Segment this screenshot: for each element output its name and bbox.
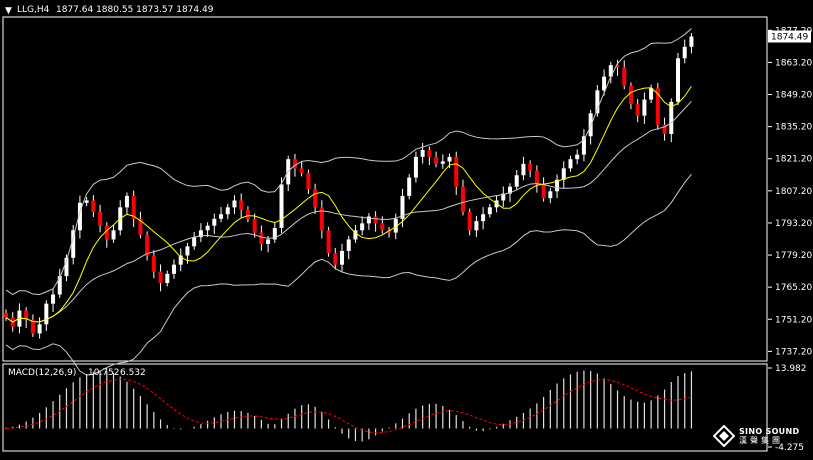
bearish-candle [313, 189, 318, 208]
bullish-candle [440, 161, 445, 164]
sino-sound-watermark: SINO SOUND 漢聲集團 [713, 425, 799, 447]
bearish-candle [460, 186, 465, 212]
bullish-candle [232, 200, 237, 208]
bullish-candle [205, 225, 210, 231]
bullish-candle [340, 250, 344, 265]
bearish-candle [98, 211, 103, 226]
bearish-candle [528, 163, 533, 171]
bullish-candle [407, 177, 412, 196]
price-axis-label: 1807.20 [775, 187, 812, 197]
bearish-candle [635, 104, 640, 116]
bullish-candle [51, 294, 56, 304]
bearish-candle [299, 168, 304, 173]
sino-sound-logo-icon [713, 425, 735, 447]
price-axis-label: 1863.20 [775, 58, 812, 68]
bullish-candle [346, 239, 351, 251]
bullish-candle [124, 195, 129, 208]
bullish-candle [420, 150, 425, 157]
bullish-candle [682, 46, 687, 59]
bullish-candle [111, 230, 116, 240]
symbol-timeframe-label: LLG,H4 [17, 5, 50, 15]
bullish-candle [192, 237, 197, 247]
moving-average-line [5, 85, 692, 323]
bearish-candle [534, 170, 539, 185]
bullish-candle [219, 214, 224, 219]
bearish-candle [427, 150, 432, 157]
bearish-candle [91, 200, 96, 212]
price-axis-label: 1779.20 [775, 251, 812, 261]
bearish-candle [333, 253, 338, 265]
bullish-candle [279, 184, 284, 228]
chart-menu-arrow-icon[interactable]: ▼ [5, 6, 12, 16]
candles-group [4, 33, 694, 339]
bearish-candle [434, 156, 439, 164]
bearish-candle [145, 234, 150, 256]
macd-signal-line [5, 378, 692, 434]
bullish-candle [588, 113, 593, 137]
ohlc-values-label: 1877.64 1880.55 1873.57 1874.49 [56, 5, 214, 15]
bullish-candle [44, 303, 49, 325]
bullish-candle [266, 239, 271, 245]
current-price-label: 1874.49 [771, 33, 808, 43]
macd-axis-label: 13.982 [775, 364, 807, 374]
bullish-candle [447, 156, 452, 162]
bearish-candle [239, 200, 244, 210]
bullish-candle [165, 273, 170, 284]
bearish-candle [467, 211, 472, 231]
macd-main-value: 10.752 [88, 368, 120, 378]
bullish-candle [185, 246, 190, 256]
bullish-candle [172, 264, 176, 274]
price-axis-label: 1765.20 [775, 283, 812, 293]
bullish-candle [649, 88, 654, 100]
macd-title-label: MACD(12,26,9) [8, 368, 77, 378]
bullish-candle [84, 200, 89, 203]
bullish-candle [642, 99, 647, 116]
bullish-candle [689, 36, 694, 47]
price-axis-label: 1751.20 [775, 315, 812, 325]
bullish-candle [360, 223, 365, 231]
bearish-candle [151, 255, 156, 272]
chart-canvas[interactable]: 1877.201863.201849.201835.201821.201807.… [0, 0, 813, 460]
price-axis-label: 1849.20 [775, 91, 812, 101]
bullish-candle [481, 214, 486, 222]
bullish-candle [521, 163, 526, 176]
bullish-candle [225, 207, 230, 215]
macd-signal-value: 6.532 [120, 368, 146, 378]
bearish-candle [373, 216, 378, 224]
bullish-candle [548, 191, 553, 199]
price-axis-label: 1793.20 [775, 219, 812, 229]
bullish-candle [212, 218, 217, 226]
price-axis-label: 1737.20 [775, 347, 812, 357]
price-axis-label: 1835.20 [775, 123, 812, 133]
bearish-candle [541, 184, 546, 199]
bullish-candle [575, 154, 580, 160]
bullish-candle [413, 156, 418, 178]
bollinger-lower-band [5, 173, 692, 376]
bearish-candle [252, 218, 257, 233]
bearish-candle [628, 85, 633, 105]
bearish-candle [306, 172, 311, 189]
price-pane-frame [2, 16, 768, 362]
bearish-candle [326, 230, 331, 254]
bullish-candle [676, 58, 680, 102]
bullish-candle [37, 324, 42, 334]
bullish-candle [487, 207, 492, 215]
price-axis-label: 1821.20 [775, 155, 812, 165]
bullish-candle [568, 159, 573, 169]
bearish-candle [622, 67, 627, 86]
watermark-subtitle: 漢聲集團 [739, 436, 783, 445]
bearish-candle [158, 271, 163, 284]
bearish-candle [259, 232, 264, 245]
bearish-candle [380, 223, 385, 231]
bullish-candle [474, 221, 479, 231]
watermark-title: SINO SOUND [739, 427, 800, 436]
bearish-candle [454, 156, 459, 187]
bullish-candle [514, 175, 519, 187]
bollinger-middle-band [5, 100, 692, 323]
bearish-candle [4, 312, 8, 318]
bearish-candle [245, 209, 250, 219]
chart-window[interactable]: 1877.201863.201849.201835.201821.201807.… [0, 0, 813, 460]
